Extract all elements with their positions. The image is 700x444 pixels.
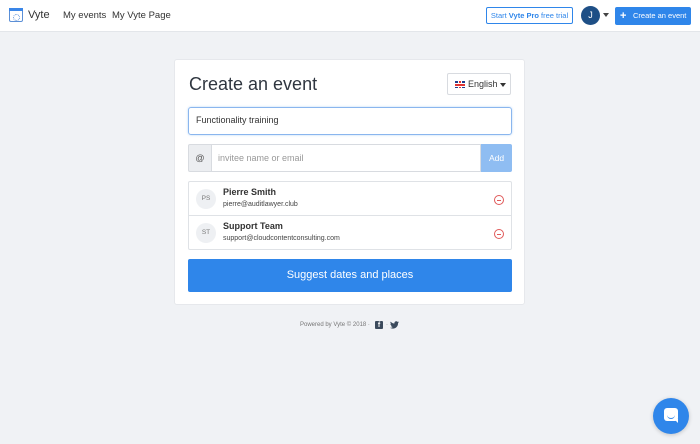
caret-down-icon[interactable] xyxy=(603,13,609,17)
powered-by-text: Powered by Vyte © 2018 · xyxy=(300,322,370,328)
remove-circle-icon[interactable] xyxy=(494,229,504,239)
add-invitee-button[interactable]: Add xyxy=(481,144,512,172)
list-item: PS Pierre Smith pierre@auditlawyer.club xyxy=(189,182,511,216)
invitee-name: Support Team xyxy=(223,221,283,231)
invitee-email: pierre@auditlawyer.club xyxy=(223,201,298,208)
nav-my-vyte-page[interactable]: My Vyte Page xyxy=(112,10,171,21)
nav-my-events[interactable]: My events xyxy=(63,10,106,21)
language-label: English xyxy=(468,79,498,89)
invitee-list: PS Pierre Smith pierre@auditlawyer.club … xyxy=(188,181,512,250)
create-event-button[interactable]: + Create an event xyxy=(615,7,691,25)
event-title-input[interactable]: Functionality training xyxy=(188,107,512,135)
brand-name[interactable]: Vyte xyxy=(28,9,50,21)
twitter-icon[interactable] xyxy=(390,321,399,329)
plus-icon: + xyxy=(620,10,627,22)
chat-bubble-tail xyxy=(674,419,678,423)
caret-down-icon xyxy=(500,83,506,87)
invite-row: @ invitee name or email Add xyxy=(188,144,512,172)
avatar: ST xyxy=(196,223,216,243)
page-title: Create an event xyxy=(189,74,318,94)
top-navbar: Vyte My events My Vyte Page Start Vyte P… xyxy=(0,0,700,32)
facebook-icon[interactable]: f xyxy=(375,321,383,329)
remove-circle-icon[interactable] xyxy=(494,195,504,205)
trial-product: Vyte Pro xyxy=(508,11,539,20)
invitee-name: Pierre Smith xyxy=(223,187,277,197)
avatar: PS xyxy=(196,189,216,209)
at-prefix: @ xyxy=(188,144,212,172)
start-trial-button[interactable]: Start Vyte Pro free trial xyxy=(486,7,573,24)
user-avatar[interactable]: J xyxy=(581,6,600,25)
suggest-dates-button[interactable]: Suggest dates and places xyxy=(188,259,512,292)
language-select[interactable]: English xyxy=(447,73,511,95)
list-item: ST Support Team support@cloudcontentcons… xyxy=(189,216,511,250)
flag-uk-icon xyxy=(455,81,465,88)
vyte-logo-icon[interactable] xyxy=(9,8,23,22)
separator: · xyxy=(386,322,388,328)
chat-launcher-button[interactable] xyxy=(653,398,689,434)
create-event-label: Create an event xyxy=(633,11,687,20)
create-event-card: Create an event English Functionality tr… xyxy=(174,59,525,305)
trial-prefix: Start xyxy=(490,11,509,20)
invitee-input[interactable]: invitee name or email xyxy=(211,144,481,172)
invitee-email: support@cloudcontentconsulting.com xyxy=(223,235,340,242)
trial-suffix: free trial xyxy=(538,11,569,20)
